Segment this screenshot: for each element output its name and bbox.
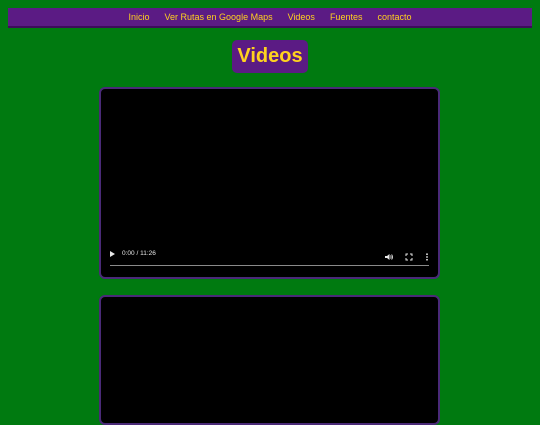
video-time: 0:00 / 11:26 (122, 250, 156, 257)
nav-link-fuentes[interactable]: Fuentes (330, 8, 363, 26)
page-title: Videos (232, 40, 308, 73)
nav-link-inicio[interactable]: Inicio (129, 8, 150, 26)
title-container: Videos (0, 40, 540, 73)
fullscreen-icon[interactable] (404, 249, 414, 261)
more-options-icon[interactable] (422, 249, 432, 261)
play-icon[interactable] (110, 251, 115, 257)
nav-link-videos[interactable]: Videos (288, 8, 315, 26)
volume-icon[interactable] (384, 249, 394, 260)
video-player-1[interactable]: 0:00 / 11:26 (99, 87, 440, 279)
video-controls: 0:00 / 11:26 (107, 249, 432, 269)
video-progress-bar[interactable] (110, 265, 429, 266)
nav-link-ver-rutas[interactable]: Ver Rutas en Google Maps (165, 8, 273, 26)
video-player-2[interactable] (99, 295, 440, 425)
nav-link-contacto[interactable]: contacto (377, 8, 411, 26)
top-navigation: Inicio Ver Rutas en Google Maps Videos F… (8, 8, 532, 28)
